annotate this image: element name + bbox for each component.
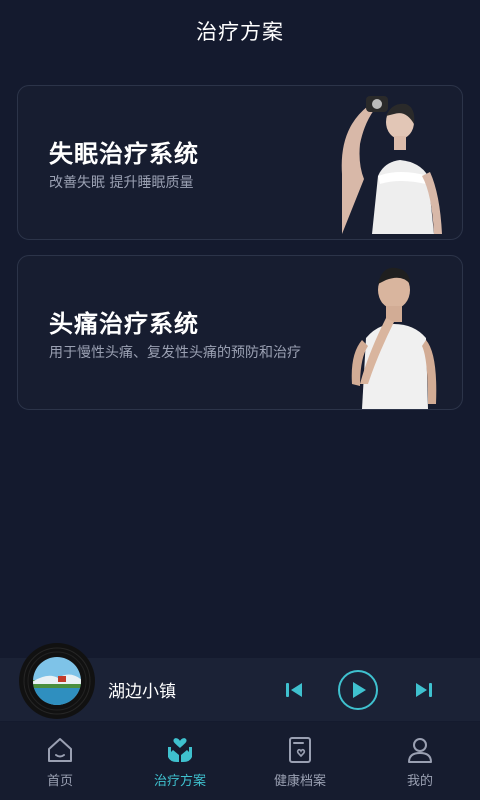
card-subtitle: 用于慢性头痛、复发性头痛的预防和治疗: [49, 345, 301, 361]
health-record-icon: [284, 734, 316, 766]
user-icon: [404, 734, 436, 766]
skip-previous-icon: [286, 683, 302, 697]
bottom-tab-bar: 首页 治疗方案 健康档案 我的: [0, 722, 480, 800]
card-title: 失眠治疗系统: [49, 140, 199, 168]
card-title: 头痛治疗系统: [49, 310, 199, 338]
tab-treatment-plan[interactable]: 治疗方案: [120, 722, 240, 800]
tab-health-records[interactable]: 健康档案: [240, 722, 360, 800]
tab-profile[interactable]: 我的: [360, 722, 480, 800]
card-subtitle: 改善失眠 提升睡眠质量: [49, 175, 194, 191]
insomnia-therapy-card[interactable]: 失眠治疗系统 改善失眠 提升睡眠质量: [17, 85, 463, 240]
woman-with-device-image: [341, 96, 442, 234]
page-header: 治疗方案: [0, 0, 480, 62]
tab-label: 治疗方案: [153, 774, 206, 789]
play-icon: [338, 670, 378, 710]
tab-label: 我的: [406, 774, 433, 789]
tab-home[interactable]: 首页: [0, 722, 120, 800]
tab-label: 首页: [46, 774, 73, 789]
skip-next-icon: [416, 683, 432, 697]
album-disc-cover[interactable]: [18, 642, 96, 720]
care-hands-icon: [164, 734, 196, 766]
song-title: 湖边小镇: [108, 682, 176, 702]
previous-track-button[interactable]: [280, 676, 308, 704]
page-title: 治疗方案: [196, 20, 284, 44]
play-button[interactable]: [337, 669, 379, 711]
next-track-button[interactable]: [410, 676, 438, 704]
headache-therapy-card[interactable]: 头痛治疗系统 用于慢性头痛、复发性头痛的预防和治疗: [17, 255, 463, 410]
tab-label: 健康档案: [273, 774, 326, 789]
man-touching-neck-image: [351, 267, 437, 409]
home-icon: [44, 734, 76, 766]
